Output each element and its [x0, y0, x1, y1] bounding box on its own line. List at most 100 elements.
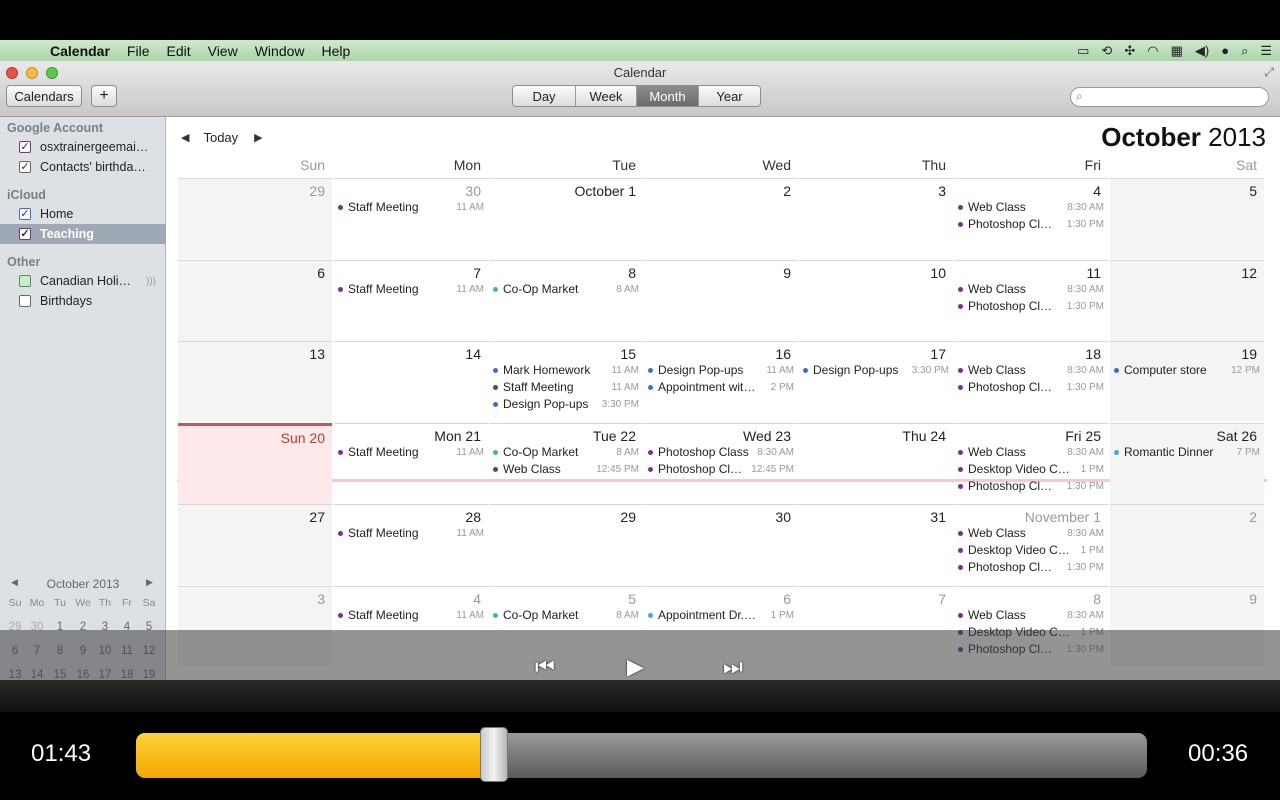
notification-center-icon[interactable]: ☰: [1260, 43, 1272, 59]
fullscreen-icon[interactable]: ⤢: [1264, 65, 1274, 80]
calendar-event[interactable]: Photoshop Cl… 1:30 PM: [958, 216, 1104, 232]
day-cell[interactable]: Mon 21 Staff Meeting 11 AM: [334, 423, 488, 504]
add-calendar-button[interactable]: +: [91, 85, 117, 107]
day-cell[interactable]: 3: [799, 178, 953, 259]
calendar-item-selected[interactable]: ✓ Teaching: [0, 224, 166, 244]
previous-month-icon[interactable]: ◀: [181, 131, 189, 144]
calendar-item[interactable]: Birthdays: [0, 291, 166, 311]
airplay-icon[interactable]: ▭: [1077, 43, 1089, 59]
calendar-event[interactable]: Co-Op Market 8 AM: [493, 444, 639, 460]
day-cell[interactable]: Tue 22 Co-Op Market 8 AM Web Class 12:45 PM: [489, 423, 643, 504]
day-cell[interactable]: 28 Staff Meeting 11 AM: [334, 504, 488, 585]
wifi-icon[interactable]: ◠: [1147, 43, 1158, 59]
calendar-event[interactable]: Web Class 8:30 AM: [958, 281, 1104, 297]
checkbox-checked-icon[interactable]: ✓: [19, 141, 31, 153]
progress-track[interactable]: [136, 733, 1147, 778]
day-cell[interactable]: 31: [799, 504, 953, 585]
view-year-button[interactable]: Year: [699, 86, 760, 106]
checkbox-unchecked-icon[interactable]: [19, 295, 31, 307]
calendar-event[interactable]: Photoshop Class 8:30 AM: [648, 444, 794, 460]
progress-knob[interactable]: [479, 727, 508, 782]
day-cell[interactable]: 30: [644, 504, 798, 585]
menu-calendar[interactable]: Calendar: [50, 43, 110, 59]
spotlight-icon[interactable]: ⌕: [1241, 43, 1248, 59]
day-cell[interactable]: 7 Staff Meeting 11 AM: [334, 260, 488, 341]
calendar-event[interactable]: Web Class 8:30 AM: [958, 444, 1104, 460]
view-week-button[interactable]: Week: [576, 86, 637, 106]
calendar-event[interactable]: Design Pop-ups 11 AM: [648, 362, 794, 378]
bluetooth-icon[interactable]: ✣: [1124, 43, 1135, 59]
checkbox-unchecked-icon[interactable]: [19, 275, 31, 287]
checkbox-checked-icon[interactable]: ✓: [19, 208, 31, 220]
calendar-event[interactable]: Web Class 8:30 AM: [958, 362, 1104, 378]
skip-forward-icon[interactable]: ⏭: [723, 654, 743, 680]
time-machine-icon[interactable]: ⟲: [1101, 43, 1112, 59]
day-cell[interactable]: 29: [178, 178, 332, 259]
day-cell[interactable]: 5: [1110, 178, 1264, 259]
next-month-icon[interactable]: ▶: [254, 131, 262, 144]
day-cell[interactable]: 2: [1110, 504, 1264, 585]
calendar-event[interactable]: Desktop Video C… 1 PM: [958, 461, 1104, 477]
volume-icon[interactable]: ◀): [1195, 43, 1209, 59]
search-input[interactable]: [1093, 90, 1263, 104]
day-cell[interactable]: 10: [799, 260, 953, 341]
calendar-event[interactable]: Web Class 12:45 PM: [493, 461, 639, 477]
calendar-event[interactable]: Web Class 8:30 AM: [958, 607, 1104, 623]
keyboard-icon[interactable]: ▦: [1171, 43, 1183, 59]
calendar-event[interactable]: Appointment wit… 2 PM: [648, 379, 794, 395]
calendar-event[interactable]: Design Pop-ups 3:30 PM: [493, 396, 639, 412]
day-cell[interactable]: 4 Web Class 8:30 AM Photoshop Cl… 1:30 PM: [954, 178, 1108, 259]
calendar-event[interactable]: Photoshop Cl… 12:45 PM: [648, 461, 794, 477]
day-cell[interactable]: November 1 Web Class 8:30 AM Desktop Video …: [954, 504, 1108, 585]
day-cell[interactable]: 16 Design Pop-ups 11 AM Appointment wit… 2 P…: [644, 341, 798, 422]
day-cell[interactable]: 17 Design Pop-ups 3:30 PM: [799, 341, 953, 422]
day-cell[interactable]: 2: [644, 178, 798, 259]
calendar-item[interactable]: ✓ Contacts' birthda…: [0, 157, 166, 177]
calendar-event[interactable]: Web Class 8:30 AM: [958, 199, 1104, 215]
calendar-event[interactable]: Co-Op Market 8 AM: [493, 281, 639, 297]
play-icon[interactable]: ▶: [627, 654, 644, 680]
day-cell[interactable]: 11 Web Class 8:30 AM Photoshop Cl… 1:30 PM: [954, 260, 1108, 341]
day-cell[interactable]: 18 Web Class 8:30 AM Photoshop Cl… 1:30 PM: [954, 341, 1108, 422]
calendar-item[interactable]: ✓ osxtrainergeemai…: [0, 137, 166, 157]
user-icon[interactable]: ●: [1221, 43, 1229, 58]
calendar-event[interactable]: Staff Meeting 11 AM: [338, 199, 484, 215]
day-cell[interactable]: 15 Mark Homework 11 AM Staff Meeting 11 AM De…: [489, 341, 643, 422]
day-cell[interactable]: Fri 25 Web Class 8:30 AM Desktop Video C… 1 …: [954, 423, 1108, 504]
calendar-event[interactable]: Mark Homework 11 AM: [493, 362, 639, 378]
calendar-event[interactable]: Design Pop-ups 3:30 PM: [803, 362, 949, 378]
calendar-event[interactable]: Staff Meeting 11 AM: [338, 607, 484, 623]
day-cell[interactable]: 9: [644, 260, 798, 341]
calendar-event[interactable]: Appointment Dr.… 1 PM: [648, 607, 794, 623]
skip-back-icon[interactable]: ⏮: [535, 654, 555, 680]
calendar-event[interactable]: Photoshop Cl… 1:30 PM: [958, 298, 1104, 314]
checkbox-checked-icon[interactable]: ✓: [19, 228, 31, 240]
calendar-event[interactable]: Photoshop Cl… 1:30 PM: [958, 379, 1104, 395]
menu-help[interactable]: Help: [322, 43, 351, 59]
day-cell[interactable]: 27: [178, 504, 332, 585]
day-cell[interactable]: 29: [489, 504, 643, 585]
view-month-button[interactable]: Month: [637, 86, 699, 106]
calendar-event[interactable]: Staff Meeting 11 AM: [493, 379, 639, 395]
menu-view[interactable]: View: [208, 43, 238, 59]
day-cell[interactable]: 13: [178, 341, 332, 422]
calendars-button[interactable]: Calendars: [6, 85, 82, 107]
calendar-event[interactable]: Co-Op Market 8 AM: [493, 607, 639, 623]
day-cell[interactable]: 12: [1110, 260, 1264, 341]
today-button[interactable]: Today: [203, 130, 238, 145]
calendar-event[interactable]: Computer store 12 PM: [1114, 362, 1260, 378]
day-cell[interactable]: October 1: [489, 178, 643, 259]
checkbox-checked-icon[interactable]: ✓: [19, 161, 31, 173]
day-cell[interactable]: Sat 26 Romantic Dinner 7 PM: [1110, 423, 1264, 504]
view-day-button[interactable]: Day: [513, 86, 576, 106]
calendar-item[interactable]: Canadian Holi…))): [0, 271, 166, 291]
day-cell[interactable]: Thu 24: [799, 423, 953, 504]
calendar-item[interactable]: ✓ Home: [0, 204, 166, 224]
calendar-event[interactable]: Photoshop Cl… 1:30 PM: [958, 559, 1104, 575]
day-cell[interactable]: 19 Computer store 12 PM: [1110, 341, 1264, 422]
mini-next-month-icon[interactable]: ▶: [146, 577, 153, 588]
calendar-event[interactable]: Staff Meeting 11 AM: [338, 444, 484, 460]
menu-file[interactable]: File: [127, 43, 150, 59]
calendar-event[interactable]: Staff Meeting 11 AM: [338, 525, 484, 541]
day-cell[interactable]: 14: [334, 341, 488, 422]
